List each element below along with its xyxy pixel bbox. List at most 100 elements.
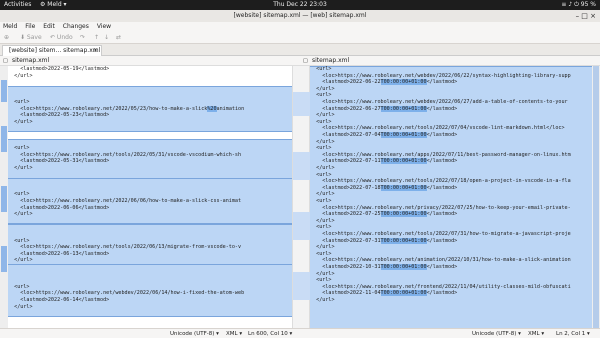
tab-sitemap-comparison[interactable]: [website] sitem... sitemap.xml × (2, 45, 102, 56)
previous-change-button[interactable]: ↑ (94, 34, 99, 41)
window-controls[interactable]: – □ × (576, 10, 596, 22)
code-line[interactable]: </url> (310, 191, 592, 198)
code-line[interactable]: <lastmod>2022-10-31T00:00:00+01:00</last… (310, 264, 592, 271)
menu-view[interactable]: View (94, 22, 114, 32)
code-line[interactable]: <lastmod>2022-06-14</lastmod> (8, 297, 292, 304)
code-line[interactable]: <url> (310, 172, 592, 179)
code-line[interactable]: <url> (310, 145, 592, 152)
change-marker[interactable] (593, 66, 599, 328)
code-line[interactable]: <url> (310, 66, 592, 73)
left-file-name[interactable]: sitemap.xml (12, 57, 49, 64)
code-line[interactable] (8, 125, 292, 132)
code-line[interactable] (8, 139, 292, 146)
code-line[interactable]: <lastmod>2022-07-04T00:00:00+01:00</last… (310, 132, 592, 139)
code-line[interactable]: <lastmod>2022-06-22T00:00:00+01:00</last… (310, 79, 592, 86)
code-line[interactable]: </url> (310, 244, 592, 251)
right-encoding-select[interactable]: Unicode (UTF-8) ▾ (472, 329, 521, 338)
code-line[interactable]: <loc>https://www.roboleary.net/animation… (310, 257, 592, 264)
code-line[interactable]: </url> (8, 304, 292, 311)
code-line[interactable]: <loc>https://www.roboleary.net/tools/202… (310, 178, 592, 185)
code-line[interactable]: </url> (8, 73, 292, 80)
code-line[interactable] (8, 317, 292, 324)
undo-button[interactable]: ↶ Undo (50, 34, 73, 41)
code-line[interactable]: <loc>https://www.roboleary.net/webdev/20… (310, 73, 592, 80)
code-line[interactable] (8, 172, 292, 179)
code-line[interactable]: <url> (310, 198, 592, 205)
change-marker[interactable] (1, 126, 7, 152)
right-language-select[interactable]: XML ▾ (528, 329, 544, 338)
merge-button[interactable]: ⇄ (116, 34, 121, 41)
diff-link[interactable] (293, 152, 310, 180)
code-line[interactable]: <url> (310, 92, 592, 99)
next-change-button[interactable]: ↓ (104, 34, 109, 41)
code-line[interactable]: <loc>https://www.roboleary.net/apps/2022… (310, 152, 592, 159)
code-line[interactable]: <loc>https://www.roboleary.net/tools/202… (8, 244, 292, 251)
code-line[interactable]: <lastmod>2022-06-13</lastmod> (8, 251, 292, 258)
diff-link[interactable] (293, 272, 310, 300)
code-line[interactable] (8, 86, 292, 93)
new-comparison-button[interactable]: ⊕ (4, 34, 9, 41)
code-line[interactable]: <lastmod>2022-07-25T00:00:00+01:00</last… (310, 211, 592, 218)
left-overview-map[interactable] (0, 66, 8, 328)
menu-file[interactable]: File (22, 22, 38, 32)
code-line[interactable]: <url> (310, 277, 592, 284)
code-line[interactable]: </url> (310, 139, 592, 146)
code-line[interactable]: <lastmod>2022-06-06</lastmod> (8, 205, 292, 212)
code-line[interactable]: <url> (8, 191, 292, 198)
code-line[interactable] (8, 92, 292, 99)
code-line[interactable]: </url> (8, 211, 292, 218)
code-line[interactable]: <loc>https://www.roboleary.net/2022/06/0… (8, 198, 292, 205)
left-cursor-position[interactable]: Ln 600, Col 10 ▾ (248, 329, 292, 338)
right-editor-pane[interactable]: <url> <loc>https://www.roboleary.net/web… (310, 66, 592, 328)
code-line[interactable]: <url> (8, 284, 292, 291)
code-line[interactable]: </url> (8, 119, 292, 126)
code-line[interactable] (8, 264, 292, 271)
left-encoding-select[interactable]: Unicode (UTF-8) ▾ (170, 329, 219, 338)
redo-button[interactable]: ↷ (80, 34, 85, 41)
right-cursor-position[interactable]: Ln 2, Col 1 ▾ (556, 329, 590, 338)
code-line[interactable]: <lastmod>2022-05-31</lastmod> (8, 158, 292, 165)
left-editor-pane[interactable]: <lastmod>2022-05-19</lastmod> </url> <ur… (8, 66, 292, 328)
code-line[interactable]: </url> (8, 257, 292, 264)
change-marker[interactable] (1, 186, 7, 212)
code-line[interactable]: <loc>https://www.roboleary.net/webdev/20… (8, 290, 292, 297)
diff-link-map[interactable] (292, 66, 310, 328)
code-line[interactable]: <url> (8, 238, 292, 245)
change-marker[interactable] (1, 80, 7, 102)
menu-changes[interactable]: Changes (60, 22, 92, 32)
right-overview-map[interactable] (592, 66, 600, 328)
diff-link[interactable] (293, 92, 310, 116)
code-line[interactable]: <loc>https://www.roboleary.net/frontend/… (310, 284, 592, 291)
change-marker[interactable] (1, 246, 7, 272)
code-line[interactable]: </url> (310, 271, 592, 278)
diff-link[interactable] (293, 212, 310, 240)
system-tray[interactable]: ≡ ♪ ⏻ 95 % (561, 1, 596, 9)
code-line[interactable]: <loc>https://www.roboleary.net/tools/202… (310, 231, 592, 238)
code-line[interactable]: </url> (310, 297, 592, 304)
code-line[interactable]: <lastmod>2022-05-23</lastmod> (8, 112, 292, 119)
code-line[interactable]: <url> (8, 99, 292, 106)
code-line[interactable]: <url> (310, 224, 592, 231)
code-line[interactable]: <lastmod>2022-07-31T00:00:00+01:00</last… (310, 237, 592, 245)
left-language-select[interactable]: XML ▾ (226, 329, 242, 338)
right-file-name[interactable]: sitemap.xml (312, 57, 349, 64)
code-line[interactable] (8, 79, 292, 86)
menu-edit[interactable]: Edit (40, 22, 58, 32)
left-code-view[interactable]: <lastmod>2022-05-19</lastmod> </url> <ur… (8, 66, 292, 328)
tab-close-icon[interactable]: × (93, 46, 98, 56)
code-line[interactable]: <loc>https://www.roboleary.net/webdev/20… (310, 99, 592, 106)
code-line[interactable] (8, 132, 292, 139)
code-line[interactable]: <lastmod>2022-11-04T00:00:00+01:00</last… (310, 290, 592, 297)
code-line[interactable]: <loc>https://www.roboleary.net/privacy/2… (310, 205, 592, 212)
code-line[interactable]: <url> (310, 251, 592, 258)
code-line[interactable] (8, 218, 292, 225)
code-line[interactable]: <loc>https://www.roboleary.net/2022/05/2… (8, 105, 292, 113)
code-line[interactable]: <loc>https://www.roboleary.net/tools/202… (310, 125, 592, 132)
code-line[interactable] (8, 185, 292, 192)
right-code-view[interactable]: <url> <loc>https://www.roboleary.net/web… (310, 66, 592, 328)
code-line[interactable] (8, 271, 292, 278)
code-line[interactable]: <url> (310, 119, 592, 126)
code-line[interactable]: <lastmod>2022-06-27T00:00:00+01:00</last… (310, 105, 592, 113)
code-line[interactable]: <url> (8, 145, 292, 152)
save-button[interactable]: ⬇ Save (20, 34, 42, 41)
